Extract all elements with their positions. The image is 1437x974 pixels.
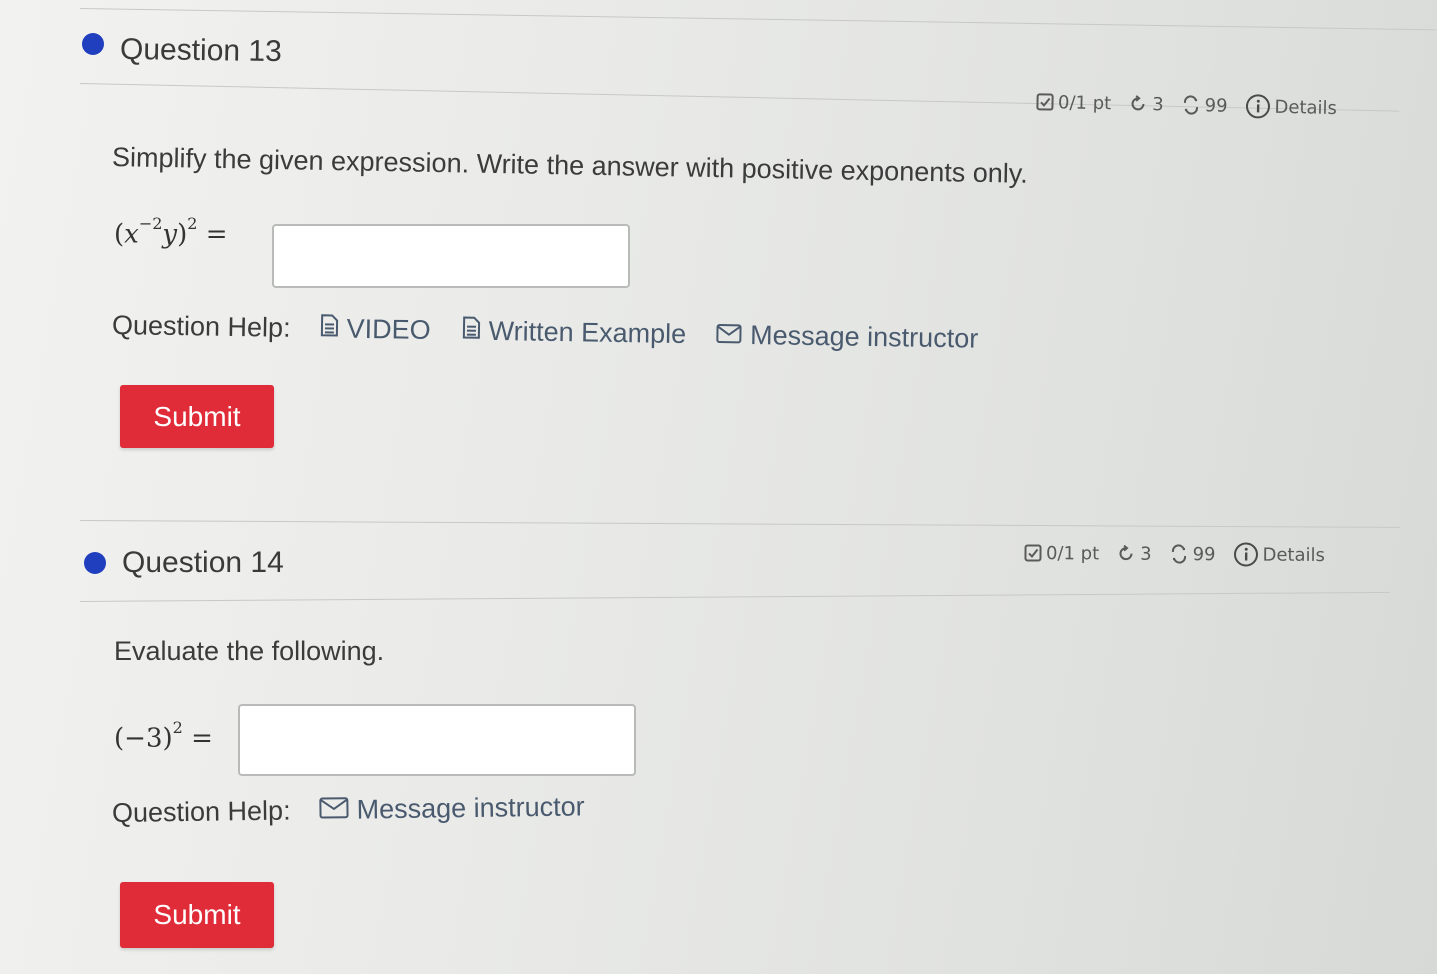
document-icon xyxy=(318,313,338,344)
message-instructor-text: Message instructor xyxy=(356,791,585,825)
question-14-expression: (−3)2 = xyxy=(114,718,213,754)
question-help-label: Question Help: xyxy=(111,310,291,343)
expr-inner-exponent: −2 xyxy=(138,214,163,233)
message-instructor-link[interactable]: Message instructor xyxy=(716,319,979,354)
question-14-title: Question 14 xyxy=(122,546,284,579)
expr-outer-exponent: 2 xyxy=(172,718,183,737)
question-13-expression: (x−2y)2 = xyxy=(114,214,228,250)
points-text: 0/1 pt xyxy=(1057,91,1112,114)
checkbox-icon xyxy=(1024,544,1042,562)
video-link[interactable]: VIDEO xyxy=(318,313,431,346)
video-link-text: VIDEO xyxy=(346,313,431,346)
points-text: 0/1 pt xyxy=(1045,542,1100,564)
expr-inner: −3 xyxy=(124,723,163,754)
details-link[interactable]: Details xyxy=(1232,541,1325,568)
envelope-icon xyxy=(716,319,742,350)
retries-group: 3 xyxy=(1128,93,1164,115)
retry-icon xyxy=(1128,94,1148,114)
retries-text: 3 xyxy=(1140,543,1152,565)
expr-var: y xyxy=(162,219,178,250)
document-icon xyxy=(460,315,480,346)
attempts-group: 99 xyxy=(1180,94,1228,117)
top-divider xyxy=(79,8,1437,31)
details-text: Details xyxy=(1262,544,1326,566)
details-link[interactable]: Details xyxy=(1244,93,1337,121)
retries-group: 3 xyxy=(1116,543,1152,564)
points-group: 0/1 pt xyxy=(1024,542,1099,564)
question-help-label: Question Help: xyxy=(111,795,291,828)
question-13-prompt: Simplify the given expression. Write the… xyxy=(111,142,1029,189)
attempts-group: 99 xyxy=(1169,543,1216,565)
question-14-header-divider xyxy=(79,591,1390,602)
question-13-status-dot xyxy=(82,33,104,55)
expr-outer-exponent: 2 xyxy=(187,214,198,233)
attempts-icon xyxy=(1180,95,1200,115)
question-13-answer-input[interactable] xyxy=(272,224,630,288)
attempts-text: 99 xyxy=(1192,543,1216,565)
attempts-text: 99 xyxy=(1204,94,1228,117)
question-14-prompt: Evaluate the following. xyxy=(114,636,385,666)
points-group: 0/1 pt xyxy=(1036,91,1112,114)
written-example-text: Written Example xyxy=(488,315,687,350)
question-14-submit-button[interactable]: Submit xyxy=(120,882,274,948)
checkbox-icon xyxy=(1036,93,1054,111)
question-13-submit-button[interactable]: Submit xyxy=(120,385,274,448)
question-14-help: Question Help: Message instructor xyxy=(112,791,601,829)
question-14-meta: 0/1 pt 3 99 Details xyxy=(1024,540,1335,568)
info-icon xyxy=(1232,541,1258,567)
message-instructor-link[interactable]: Message instructor xyxy=(318,791,585,826)
attempts-icon xyxy=(1169,544,1189,564)
message-instructor-text: Message instructor xyxy=(749,320,979,354)
question-13-meta: 0/1 pt 3 99 Details xyxy=(1036,89,1347,122)
question-14-answer-input[interactable] xyxy=(238,704,636,776)
info-icon xyxy=(1244,93,1271,120)
envelope-icon xyxy=(318,795,349,826)
expr-base: x xyxy=(124,219,139,250)
retry-icon xyxy=(1116,544,1136,564)
question-13-title: Question 13 xyxy=(119,32,283,69)
details-text: Details xyxy=(1274,96,1338,119)
question-13-help: Question Help: VIDEO Written Example Mes… xyxy=(112,310,995,355)
retries-text: 3 xyxy=(1151,93,1164,115)
question-14-status-dot xyxy=(84,552,106,574)
question-14-top-divider xyxy=(79,520,1400,528)
written-example-link[interactable]: Written Example xyxy=(460,315,686,350)
